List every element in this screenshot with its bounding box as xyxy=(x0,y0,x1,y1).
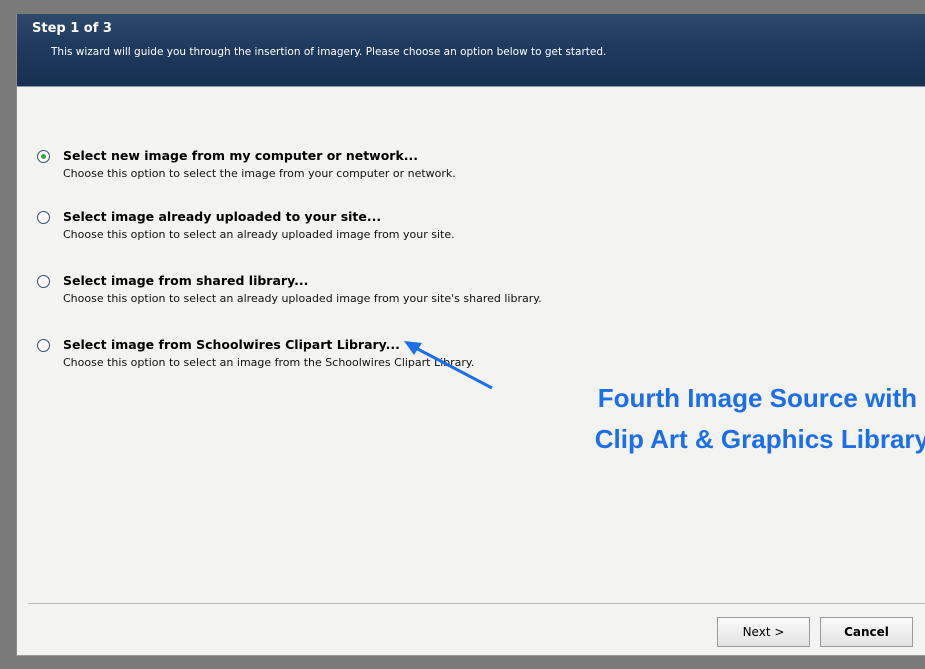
radio-button[interactable] xyxy=(37,275,50,288)
option-description: Choose this option to select an image fr… xyxy=(63,356,475,369)
image-wizard-dialog: Step 1 of 3 This wizard will guide you t… xyxy=(16,14,925,656)
option-description: Choose this option to select the image f… xyxy=(63,167,456,180)
radio-button[interactable] xyxy=(37,339,50,352)
annotation-label-line1: Fourth Image Source with xyxy=(597,383,917,413)
footer-divider xyxy=(28,603,925,604)
step-title: Step 1 of 3 xyxy=(32,21,112,36)
option-title[interactable]: Select new image from my computer or net… xyxy=(63,148,418,163)
window-frame: Step 1 of 3 This wizard will guide you t… xyxy=(0,0,925,669)
radio-button[interactable] xyxy=(37,211,50,224)
radio-button-selected[interactable] xyxy=(37,150,50,163)
option-description: Choose this option to select an already … xyxy=(63,228,455,241)
option-title[interactable]: Select image already uploaded to your si… xyxy=(63,209,381,224)
option-title[interactable]: Select image from shared library... xyxy=(63,273,308,288)
wizard-instructions: This wizard will guide you through the i… xyxy=(51,46,607,58)
annotation-label-line2: Clip Art & Graphics Library xyxy=(594,424,925,454)
cancel-button[interactable]: Cancel xyxy=(820,617,913,647)
next-button[interactable]: Next > xyxy=(717,617,810,647)
option-description: Choose this option to select an already … xyxy=(63,292,542,305)
option-title[interactable]: Select image from Schoolwires Clipart Li… xyxy=(63,337,400,352)
header-divider xyxy=(17,86,925,87)
wizard-header: Step 1 of 3 This wizard will guide you t… xyxy=(17,14,925,86)
radio-dot-icon xyxy=(41,154,46,159)
